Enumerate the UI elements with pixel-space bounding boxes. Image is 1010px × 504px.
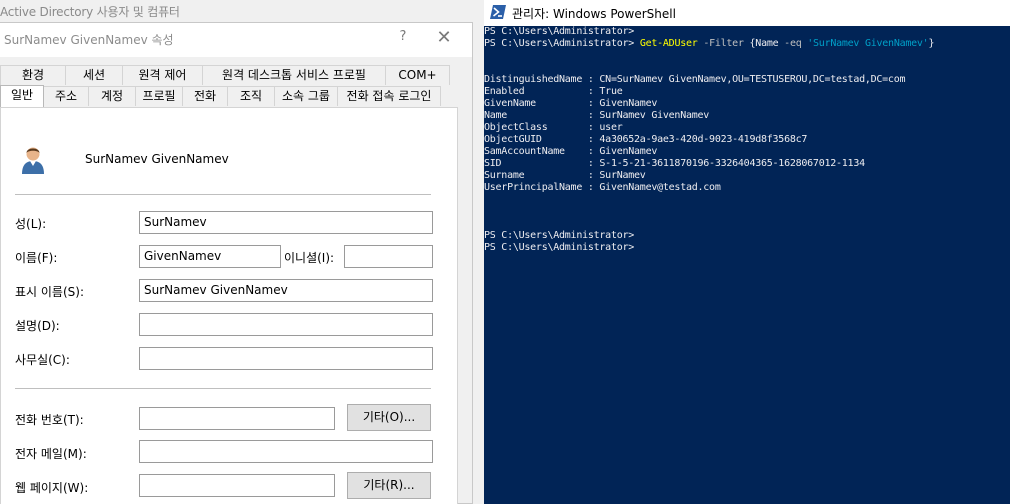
powershell-title: 관리자: Windows PowerShell bbox=[512, 7, 676, 21]
description-label: 설명(D): bbox=[15, 319, 60, 333]
console-line: PS C:\Users\Administrator> bbox=[484, 230, 635, 241]
tab-address[interactable]: 주소 bbox=[43, 86, 89, 106]
general-tab-panel: SurNamev GivenNamev 성(L): SurNamev 이름(F)… bbox=[0, 107, 458, 504]
dialog-titlebar: SurNamev GivenNamev 속성 ? ✕ bbox=[0, 23, 472, 57]
aduc-window-title: Active Directory 사용자 및 컴퓨터 bbox=[0, 5, 180, 19]
email-label: 전자 메일(M): bbox=[15, 447, 87, 461]
tab-general[interactable]: 일반 bbox=[0, 85, 44, 107]
console-command-line: PS C:\Users\Administrator> Get-ADUser -F… bbox=[484, 38, 934, 50]
user-display-name: SurNamev GivenNamev bbox=[85, 152, 229, 166]
email-field[interactable] bbox=[139, 440, 433, 463]
divider bbox=[15, 194, 431, 195]
console-line: PS C:\Users\Administrator> bbox=[484, 26, 635, 37]
console-output-line: ObjectGUID : 4a30652a-9ae3-420d-9023-419… bbox=[484, 134, 808, 145]
console-output-line: Name : SurNamev GivenNamev bbox=[484, 110, 710, 121]
console-output-line: Surname : SurNamev bbox=[484, 170, 646, 181]
console-output-line: UserPrincipalName : GivenNamev@testad.co… bbox=[484, 182, 721, 193]
console-output-line: DistinguishedName : CN=SurNamev GivenNam… bbox=[484, 74, 906, 85]
powershell-titlebar: 관리자: Windows PowerShell bbox=[484, 0, 1010, 26]
divider bbox=[15, 388, 431, 389]
console-output-line: Enabled : True bbox=[484, 86, 623, 97]
tab-telephones[interactable]: 전화 bbox=[182, 86, 228, 106]
office-label: 사무실(C): bbox=[15, 353, 70, 367]
console-line: PS C:\Users\Administrator> bbox=[484, 242, 635, 253]
tab-row-1: 환경 세션 원격 제어 원격 데스크톱 서비스 프로필 COM+ bbox=[0, 65, 450, 85]
user-properties-dialog: SurNamev GivenNamev 속성 ? ✕ 환경 세션 원격 제어 원… bbox=[0, 22, 473, 504]
tab-organization[interactable]: 조직 bbox=[227, 86, 275, 106]
help-icon[interactable]: ? bbox=[394, 29, 412, 49]
phone-other-button[interactable]: 기타(O)... bbox=[347, 404, 431, 431]
close-icon[interactable]: ✕ bbox=[434, 28, 454, 50]
tab-com-plus[interactable]: COM+ bbox=[385, 65, 450, 85]
console-param: -Filter bbox=[703, 38, 744, 49]
console-output-line: ObjectClass : user bbox=[484, 122, 623, 133]
console-prop: Name bbox=[755, 38, 779, 49]
tab-profile[interactable]: 프로필 bbox=[135, 86, 183, 106]
console-output-line: GivenName : GivenNamev bbox=[484, 98, 658, 109]
web-page-label: 웹 페이지(W): bbox=[15, 481, 89, 495]
phone-label: 전화 번호(T): bbox=[15, 413, 84, 427]
description-field[interactable] bbox=[139, 313, 433, 336]
console-prompt: PS C:\Users\Administrator> bbox=[484, 38, 635, 49]
dialog-title: SurNamev GivenNamev 속성 bbox=[4, 33, 174, 47]
office-field[interactable] bbox=[139, 347, 433, 370]
powershell-icon bbox=[490, 5, 506, 19]
last-name-label: 성(L): bbox=[15, 217, 47, 231]
phone-field[interactable] bbox=[139, 407, 335, 430]
console-output-line: SamAccountName : GivenNamev bbox=[484, 146, 658, 157]
first-name-field[interactable]: GivenNamev bbox=[139, 245, 281, 268]
display-name-label: 표시 이름(S): bbox=[15, 285, 84, 299]
tab-rds-profile[interactable]: 원격 데스크톱 서비스 프로필 bbox=[202, 65, 386, 85]
web-other-button[interactable]: 기타(R)... bbox=[347, 472, 431, 499]
display-name-field[interactable]: SurNamev GivenNamev bbox=[139, 279, 433, 302]
console-string: 'SurNamev GivenNamev' bbox=[807, 38, 929, 49]
tab-member-of[interactable]: 소속 그룹 bbox=[274, 86, 338, 106]
tab-account[interactable]: 계정 bbox=[88, 86, 136, 106]
last-name-field[interactable]: SurNamev bbox=[139, 211, 433, 234]
web-page-field[interactable] bbox=[139, 474, 335, 497]
first-name-label: 이름(F): bbox=[15, 251, 58, 265]
initials-field[interactable] bbox=[344, 245, 433, 268]
tab-dial-in[interactable]: 전화 접속 로그인 bbox=[337, 86, 441, 106]
console-operator: -eq bbox=[784, 38, 802, 49]
user-icon bbox=[22, 147, 44, 174]
powershell-window: 관리자: Windows PowerShell PS C:\Users\Admi… bbox=[484, 0, 1010, 504]
console-brace-close: } bbox=[928, 38, 935, 49]
console-output-line: SID : S-1-5-21-3611870196-3326404365-162… bbox=[484, 158, 865, 169]
initials-label: 이니셜(I): bbox=[284, 251, 335, 265]
tab-environment[interactable]: 환경 bbox=[0, 65, 66, 85]
tab-row-2: 일반 주소 계정 프로필 전화 조직 소속 그룹 전화 접속 로그인 bbox=[0, 85, 441, 107]
tab-sessions[interactable]: 세션 bbox=[65, 65, 123, 85]
console-cmdlet: Get-ADUser bbox=[639, 38, 698, 49]
tab-remote-control[interactable]: 원격 제어 bbox=[122, 65, 203, 85]
